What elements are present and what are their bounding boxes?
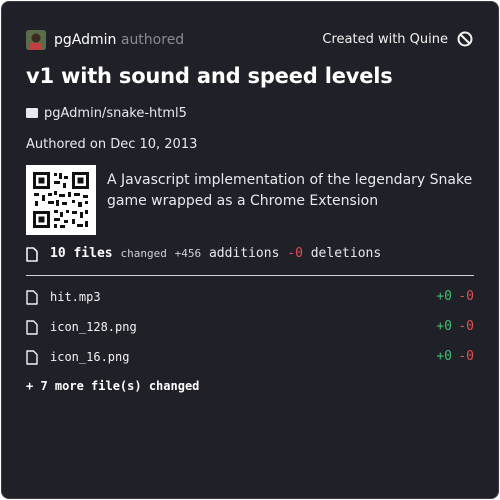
commit-card: pgAdmin authored Created with Quine v1 w… — [1, 1, 499, 499]
avatar-image — [26, 30, 46, 50]
changed-label: changed — [120, 247, 167, 260]
file-additions: +0 — [436, 289, 452, 304]
file-name: icon_128.png — [50, 320, 137, 334]
author-line: pgAdmin authored — [54, 32, 184, 48]
file-icon — [26, 350, 38, 365]
file-row[interactable]: icon_16.png +0 -0 — [26, 348, 474, 368]
additions-value: +456 — [174, 247, 202, 260]
repo-description: A Javascript implementation of the legen… — [107, 172, 473, 209]
avatar[interactable] — [26, 30, 46, 50]
author-name[interactable]: pgAdmin — [54, 32, 116, 48]
file-row[interactable]: icon_128.png +0 -0 — [26, 318, 474, 338]
change-summary: 10 files changed +456 additions -0 delet… — [50, 246, 381, 261]
repo-line[interactable]: pgAdmin/snake-html5 — [26, 106, 187, 121]
file-additions: +0 — [436, 319, 452, 334]
file-icon — [26, 290, 38, 305]
file-name: icon_16.png — [50, 350, 130, 364]
folder-icon — [26, 108, 38, 118]
deletions-label: deletions — [310, 246, 382, 261]
file-deletions: -0 — [458, 349, 474, 364]
file-deletions: -0 — [458, 319, 474, 334]
card-header: pgAdmin authored Created with Quine — [26, 30, 474, 52]
file-row[interactable]: hit.mp3 +0 -0 — [26, 288, 474, 308]
repo-name: pgAdmin/snake-html5 — [44, 106, 187, 121]
file-icon — [26, 320, 38, 335]
authored-date: Authored on Dec 10, 2013 — [26, 137, 198, 152]
file-name: hit.mp3 — [50, 290, 101, 304]
additions-label: additions — [208, 246, 280, 261]
more-files-link[interactable]: + 7 more file(s) changed — [26, 379, 199, 393]
divider — [26, 275, 474, 276]
quine-icon[interactable] — [456, 30, 474, 48]
author-role: authored — [120, 32, 185, 48]
file-additions: +0 — [436, 349, 452, 364]
files-count: 10 files — [50, 246, 113, 261]
commit-title: v1 with sound and speed levels — [26, 64, 393, 88]
document-icon — [26, 247, 38, 262]
file-deletions: -0 — [458, 289, 474, 304]
qr-code — [26, 165, 96, 235]
created-with-label: Created with Quine — [322, 32, 448, 47]
deletions-value: -0 — [287, 246, 303, 261]
